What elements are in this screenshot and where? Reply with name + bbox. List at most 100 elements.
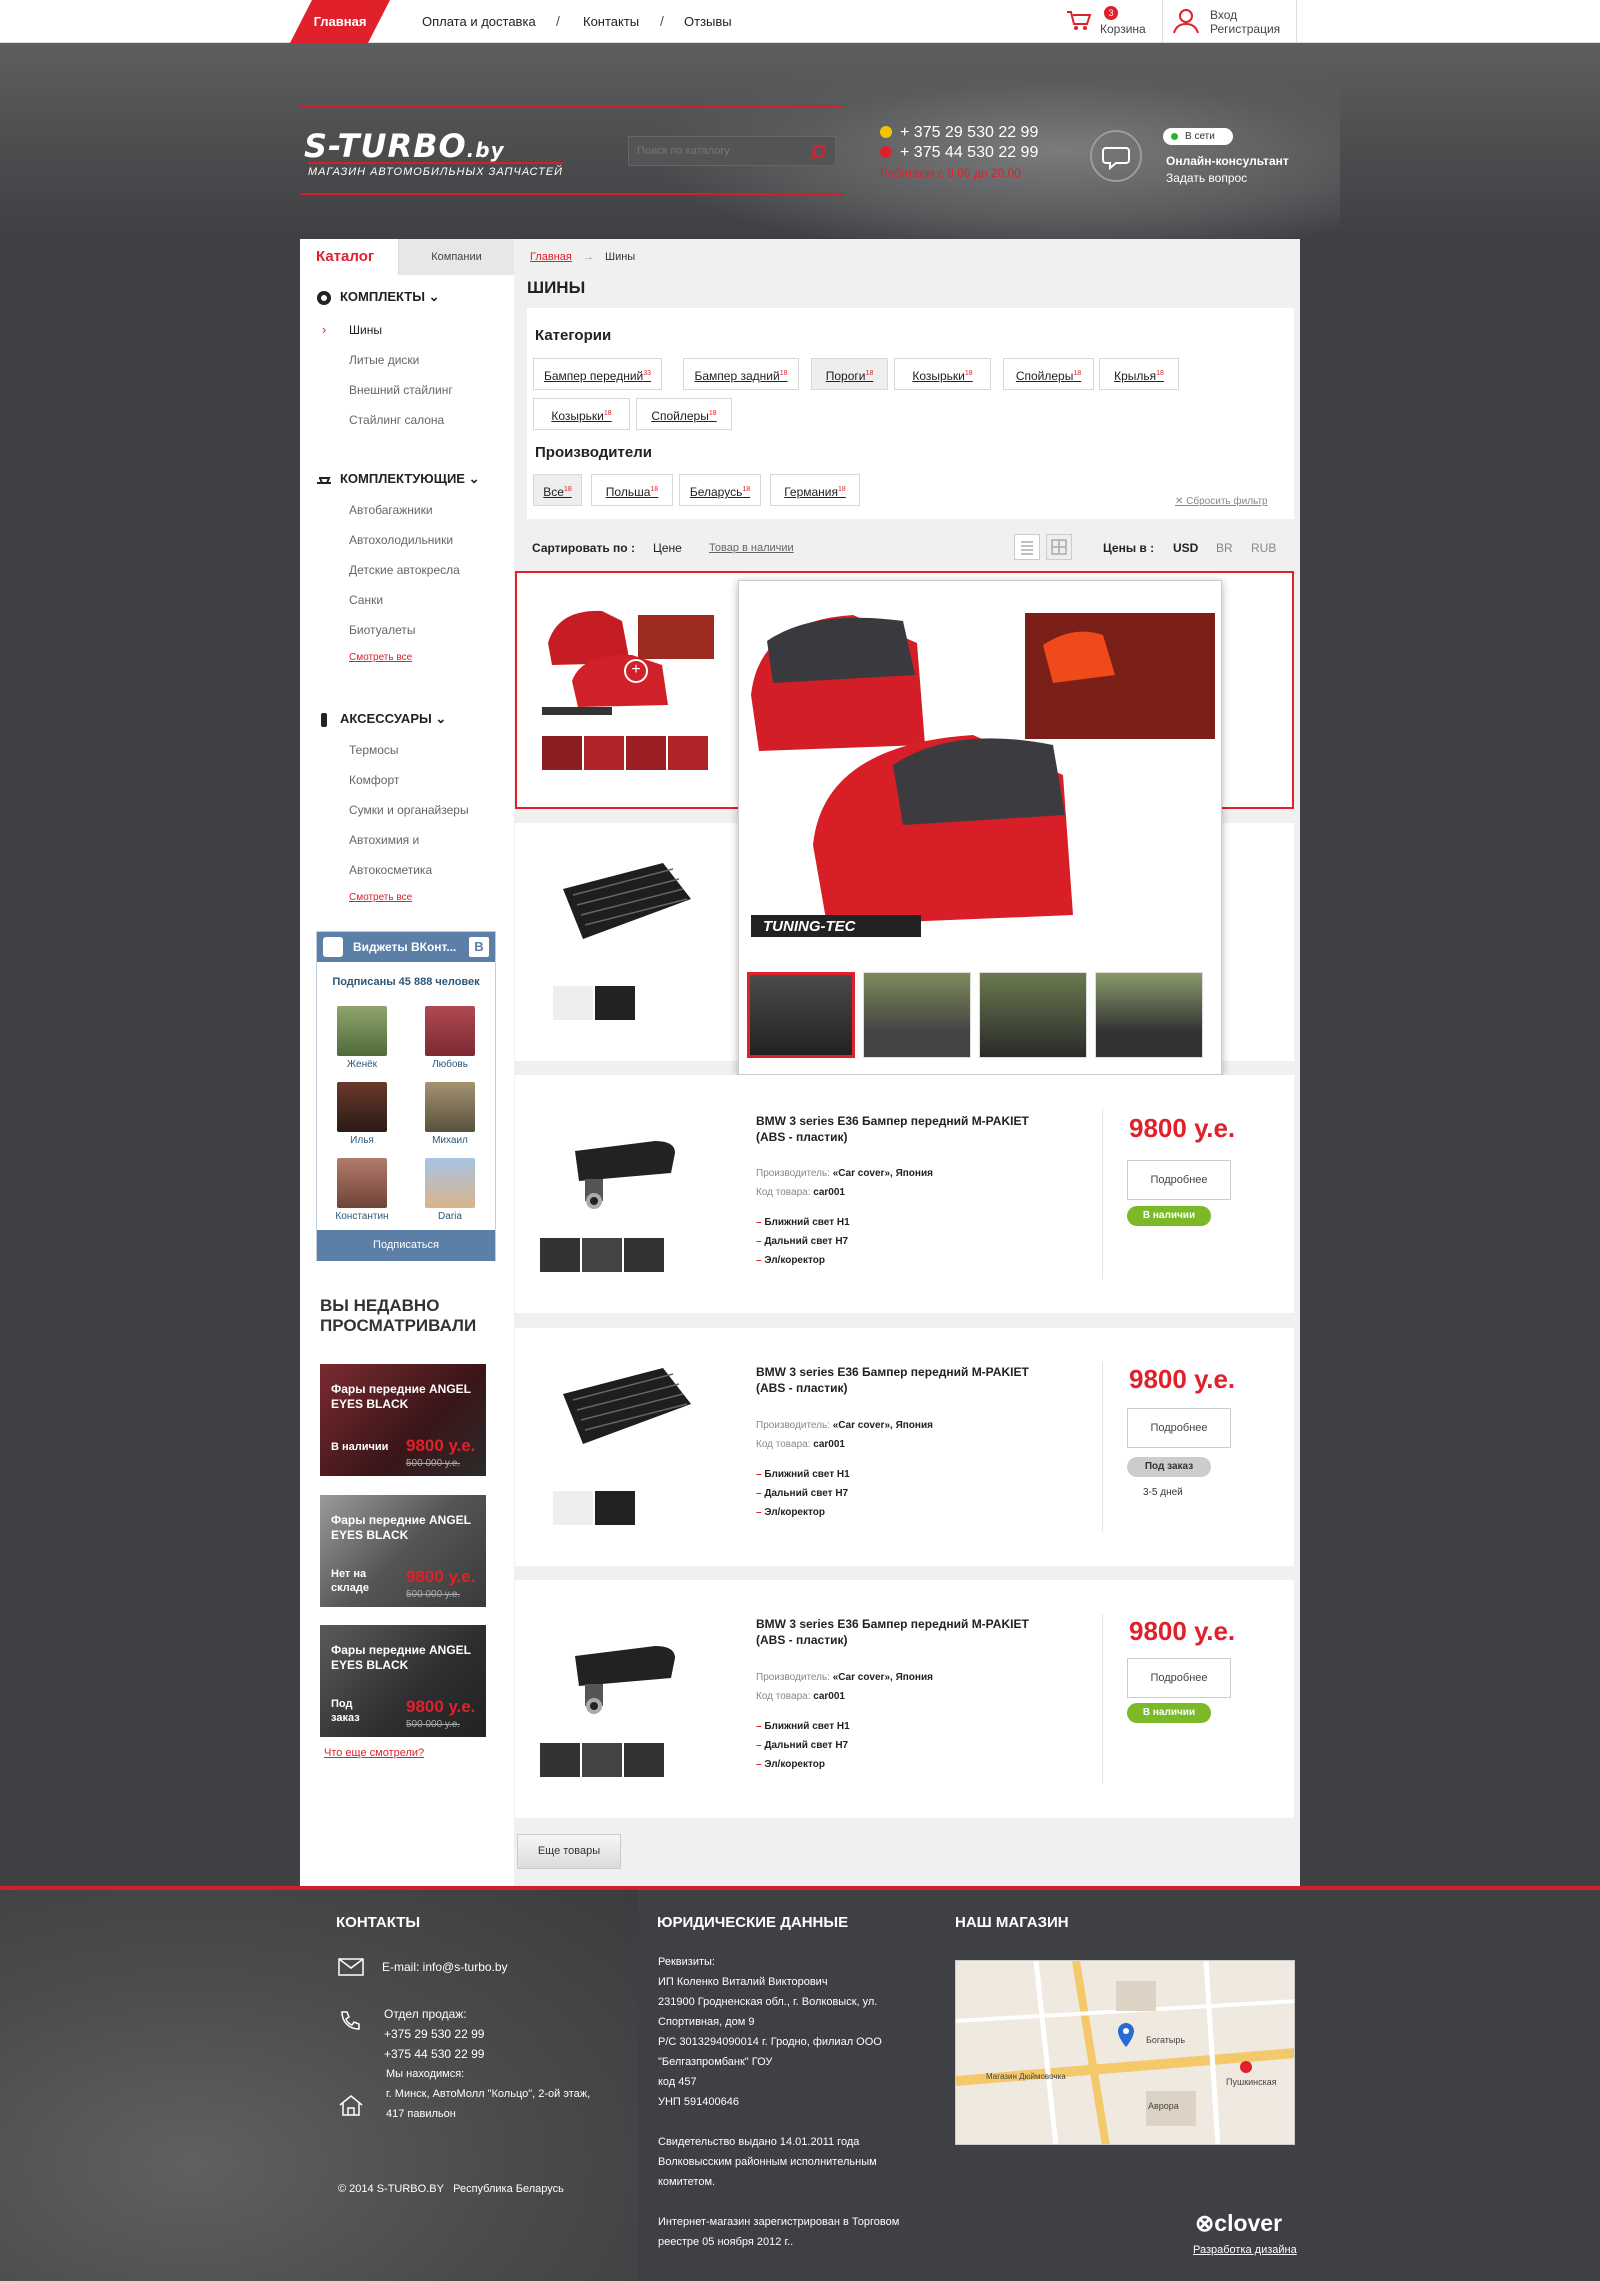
sort-by-price[interactable]: Цене: [653, 541, 682, 555]
details-button[interactable]: Подробнее: [1127, 1658, 1231, 1698]
search-input[interactable]: [637, 142, 797, 160]
maker-chip[interactable]: Польша18: [591, 474, 673, 506]
product-card[interactable]: BMW 3 series E36 Бампер передний M-PAKIE…: [515, 1075, 1294, 1313]
sidebar-item-tires[interactable]: Шины: [349, 323, 382, 337]
thumbnail[interactable]: [584, 736, 624, 770]
nav-contacts[interactable]: Контакты: [583, 14, 639, 29]
thumbnail[interactable]: [553, 986, 593, 1020]
product-card[interactable]: BMW 3 series E36 Бампер передний M-PAKIE…: [515, 1580, 1294, 1818]
product-image[interactable]: [545, 1111, 695, 1211]
avatar[interactable]: [425, 1082, 475, 1132]
search-icon[interactable]: [809, 143, 827, 161]
category-chip[interactable]: Спойлеры18: [1003, 358, 1094, 390]
maker-chip[interactable]: Германия18: [770, 474, 860, 506]
thumbnail[interactable]: [542, 736, 582, 770]
vk-subscribe-button[interactable]: Подписаться: [317, 1230, 495, 1261]
product-title[interactable]: BMW 3 series E36 Бампер передний M-PAKIE…: [756, 1616, 1056, 1648]
member-name[interactable]: Женёк: [327, 1059, 397, 1070]
thumbnail[interactable]: [595, 1491, 635, 1525]
recent-item[interactable]: Фары передние ANGEL EYES BLACK Нет на ск…: [320, 1495, 486, 1607]
sidebar-item-comfort[interactable]: Комфорт: [349, 773, 399, 787]
tab-companies[interactable]: Компании: [398, 239, 514, 275]
zoom-in-icon[interactable]: +: [624, 659, 648, 683]
sidebar-item-toilets[interactable]: Биотуалеты: [349, 623, 416, 637]
avatar[interactable]: [425, 1158, 475, 1208]
store-map[interactable]: Богатырь Пушкинская Магазин Дюймовочка А…: [955, 1960, 1295, 2145]
avatar[interactable]: [425, 1006, 475, 1056]
sidebar-item-cosmetics[interactable]: Автокосметика: [349, 863, 432, 877]
sidebar-item-bags[interactable]: Сумки и органайзеры: [349, 803, 469, 817]
chat-bubble-icon[interactable]: [1090, 130, 1142, 182]
member-name[interactable]: Любовь: [415, 1059, 485, 1070]
product-title[interactable]: BMW 3 series E36 Бампер передний M-PAKIE…: [756, 1113, 1056, 1145]
thumbnail[interactable]: [626, 736, 666, 770]
popup-thumbnail[interactable]: [1095, 972, 1203, 1058]
popup-thumbnail[interactable]: [979, 972, 1087, 1058]
sidebar-item-fridges[interactable]: Автохолодильники: [349, 533, 453, 547]
cart-button[interactable]: 3 Корзина: [1066, 6, 1156, 38]
avatar[interactable]: [337, 1158, 387, 1208]
thumbnail[interactable]: [582, 1743, 622, 1777]
thumbnail[interactable]: [668, 736, 708, 770]
clover-logo[interactable]: ⊗clover: [1195, 2210, 1282, 2237]
currency-rub[interactable]: RUB: [1251, 541, 1276, 555]
grid-view-icon[interactable]: [1046, 534, 1072, 560]
popup-thumbnail[interactable]: [863, 972, 971, 1058]
category-chip[interactable]: Спойлеры18: [636, 398, 732, 430]
register-link[interactable]: Регистрация: [1210, 22, 1280, 36]
what-else-viewed-link[interactable]: Что еще смотрели?: [324, 1747, 424, 1759]
category-chip-selected[interactable]: Пороги18: [811, 358, 888, 390]
product-title[interactable]: BMW 3 series E36 Бампер передний M-PAKIE…: [756, 1364, 1056, 1396]
category-chip[interactable]: Козырьки18: [894, 358, 991, 390]
ask-question-link[interactable]: Задать вопрос: [1166, 171, 1247, 185]
nav-reviews[interactable]: Отзывы: [684, 14, 732, 29]
popup-thumbnail-selected[interactable]: [747, 972, 855, 1058]
list-view-icon[interactable]: [1014, 534, 1040, 560]
category-chip[interactable]: Бампер передний33: [533, 358, 662, 390]
see-all-components[interactable]: Смотреть все: [349, 652, 412, 663]
design-credit-link[interactable]: Разработка дизайна: [1193, 2244, 1297, 2256]
maker-chip-selected[interactable]: Все18: [533, 474, 582, 506]
currency-br[interactable]: BR: [1216, 541, 1233, 555]
thumbnail[interactable]: [624, 1743, 664, 1777]
details-button[interactable]: Подробнее: [1127, 1408, 1231, 1448]
sidebar-item-wheels[interactable]: Литые диски: [349, 353, 419, 367]
login-link[interactable]: Вход: [1210, 8, 1237, 22]
member-name[interactable]: Илья: [327, 1135, 397, 1146]
section-components[interactable]: КОМПЛЕКТУЮЩИЕ ⌄: [316, 471, 479, 488]
thumbnail[interactable]: [624, 1238, 664, 1272]
member-name[interactable]: Константин: [327, 1211, 397, 1222]
product-image[interactable]: [545, 1616, 695, 1716]
avatar[interactable]: [337, 1006, 387, 1056]
tab-catalog[interactable]: Каталог: [300, 239, 398, 275]
product-image[interactable]: [553, 859, 695, 947]
thumbnail[interactable]: [595, 986, 635, 1020]
sidebar-item-chemicals[interactable]: Автохимия и: [349, 833, 419, 847]
nav-home[interactable]: Главная: [290, 0, 390, 43]
site-logo[interactable]: S-TURBO.by: [304, 127, 505, 165]
reset-filter-link[interactable]: ✕ Сбросить фильтр: [1175, 496, 1268, 507]
sidebar-item-sleds[interactable]: Санки: [349, 593, 383, 607]
thumbnail[interactable]: [540, 1743, 580, 1777]
sidebar-item-child-seats[interactable]: Детские автокресла: [349, 563, 460, 577]
sidebar-item-exterior[interactable]: Внешний стайлинг: [349, 383, 453, 397]
sidebar-item-interior[interactable]: Стайлинг салона: [349, 413, 444, 427]
category-chip[interactable]: Бампер задний18: [683, 358, 799, 390]
section-accessories[interactable]: АКСЕССУАРЫ ⌄: [316, 711, 446, 728]
section-kits[interactable]: КОМПЛЕКТЫ ⌄: [316, 289, 439, 306]
more-products-button[interactable]: Еще товары: [517, 1834, 621, 1869]
member-name[interactable]: Михаил: [415, 1135, 485, 1146]
category-chip[interactable]: Козырьки18: [533, 398, 630, 430]
breadcrumb-home[interactable]: Главная: [530, 251, 572, 263]
recent-item[interactable]: Фары передние ANGEL EYES BLACK В наличии…: [320, 1364, 486, 1476]
sidebar-item-thermos[interactable]: Термосы: [349, 743, 399, 757]
details-button[interactable]: Подробнее: [1127, 1160, 1231, 1200]
thumbnail[interactable]: [553, 1491, 593, 1525]
sort-by-availability[interactable]: Товар в наличии: [709, 542, 794, 554]
see-all-accessories[interactable]: Смотреть все: [349, 892, 412, 903]
product-image[interactable]: [553, 1364, 695, 1452]
product-card[interactable]: BMW 3 series E36 Бампер передний M-PAKIE…: [515, 1328, 1294, 1566]
currency-usd[interactable]: USD: [1173, 541, 1198, 555]
maker-chip[interactable]: Беларусь18: [679, 474, 761, 506]
category-chip[interactable]: Крылья18: [1099, 358, 1179, 390]
